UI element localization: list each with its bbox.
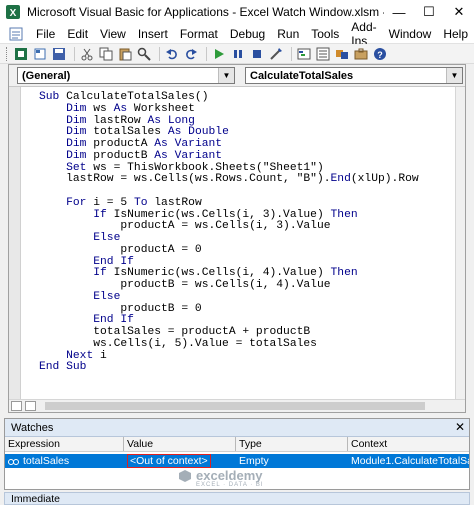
watch-glasses-icon xyxy=(8,458,19,465)
column-expression[interactable]: Expression xyxy=(5,437,124,451)
horizontal-scrollbar[interactable] xyxy=(9,399,465,412)
chevron-down-icon[interactable]: ▼ xyxy=(446,68,462,83)
properties-window-icon[interactable] xyxy=(315,46,331,62)
watch-value-cell: <Out of context> xyxy=(124,454,236,468)
column-context[interactable]: Context xyxy=(348,437,469,451)
object-dropdown-value: (General) xyxy=(22,69,71,82)
toolbar-separator xyxy=(74,46,75,61)
code-line[interactable]: Else xyxy=(39,232,419,245)
undo-icon[interactable] xyxy=(164,46,180,62)
immediate-title: Immediate xyxy=(11,493,61,505)
exceldemy-logo-icon xyxy=(179,469,191,482)
menu-file[interactable]: File xyxy=(30,27,61,41)
toolbox-icon[interactable] xyxy=(353,46,369,62)
watch-context: Module1.CalculateTotalSales xyxy=(351,455,469,467)
design-mode-icon[interactable] xyxy=(268,46,284,62)
menu-view[interactable]: View xyxy=(94,27,132,41)
window-title: Microsoft Visual Basic for Applications … xyxy=(27,5,384,19)
help-icon[interactable]: ? xyxy=(372,46,388,62)
menu-window[interactable]: Window xyxy=(383,27,438,41)
code-window: (General) ▼ CalculateTotalSales ▼ Sub Ca… xyxy=(8,64,466,413)
column-type[interactable]: Type xyxy=(236,437,348,451)
watches-column-headers: Expression Value Type Context xyxy=(5,437,469,452)
standard-toolbar: ? xyxy=(0,44,474,64)
watermark-tagline: EXCEL · DATA · BI xyxy=(196,482,264,488)
project-explorer-icon[interactable] xyxy=(296,46,312,62)
watch-row[interactable]: totalSales <Out of context> Empty Module… xyxy=(5,454,469,468)
menu-run[interactable]: Run xyxy=(271,27,305,41)
code-line[interactable]: totalSales = productA + productB xyxy=(39,326,419,339)
menu-bar: File Edit View Insert Format Debug Run T… xyxy=(0,20,474,48)
svg-text:?: ? xyxy=(377,50,383,60)
close-icon[interactable]: ✕ xyxy=(455,420,465,434)
code-line[interactable]: End Sub xyxy=(39,361,419,374)
column-value[interactable]: Value xyxy=(124,437,236,451)
find-icon[interactable] xyxy=(136,46,152,62)
copy-icon[interactable] xyxy=(98,46,114,62)
code-line[interactable]: lastRow = ws.Cells(ws.Rows.Count, "B").E… xyxy=(39,173,419,186)
full-module-view-button[interactable] xyxy=(25,401,36,411)
minimize-button[interactable]: — xyxy=(384,0,414,24)
object-dropdown[interactable]: (General) ▼ xyxy=(17,67,235,84)
close-button[interactable]: ✕ xyxy=(444,0,474,24)
watch-type: Empty xyxy=(239,455,269,467)
save-icon[interactable] xyxy=(51,46,67,62)
procedure-dropdown-value: CalculateTotalSales xyxy=(250,69,354,82)
excel-app-icon: X xyxy=(4,3,22,21)
watches-header: Watches ✕ xyxy=(5,419,469,437)
vertical-scrollbar[interactable] xyxy=(455,87,465,399)
code-line[interactable]: Sub CalculateTotalSales() xyxy=(39,91,419,104)
watch-expression-cell: totalSales xyxy=(5,454,124,468)
cut-icon[interactable] xyxy=(79,46,95,62)
menu-tools[interactable]: Tools xyxy=(305,27,345,41)
toolbar-grip[interactable] xyxy=(6,46,9,61)
paste-icon[interactable] xyxy=(117,46,133,62)
code-combos: (General) ▼ CalculateTotalSales ▼ xyxy=(9,65,465,87)
toolbar-separator xyxy=(159,46,160,61)
insert-module-icon[interactable] xyxy=(32,46,48,62)
menu-edit[interactable]: Edit xyxy=(61,27,94,41)
code-line[interactable]: Dim ws As Worksheet xyxy=(39,103,419,116)
immediate-window-header[interactable]: Immediate xyxy=(4,492,470,505)
procedure-dropdown[interactable]: CalculateTotalSales ▼ xyxy=(245,67,463,84)
scrollbar-thumb[interactable] xyxy=(45,402,425,410)
module-icon[interactable] xyxy=(8,26,24,42)
maximize-button[interactable]: ☐ xyxy=(414,0,444,24)
menu-debug[interactable]: Debug xyxy=(224,27,271,41)
toolbar-separator xyxy=(206,46,207,61)
menu-insert[interactable]: Insert xyxy=(132,27,174,41)
procedure-view-button[interactable] xyxy=(11,401,22,411)
title-bar: X Microsoft Visual Basic for Application… xyxy=(0,0,474,24)
code-line[interactable]: Dim productB As Variant xyxy=(39,150,419,163)
code-line[interactable]: Dim productA As Variant xyxy=(39,138,419,151)
watermark-name: exceldemy xyxy=(196,468,263,483)
exceldemy-watermark: exceldemy EXCEL · DATA · BI xyxy=(178,468,263,488)
toolbar-separator xyxy=(291,46,292,61)
watches-title: Watches xyxy=(11,421,54,434)
run-icon[interactable] xyxy=(211,46,227,62)
code-line[interactable]: ws.Cells(i, 5).Value = totalSales xyxy=(39,338,419,351)
code-line[interactable]: Else xyxy=(39,291,419,304)
code-editor[interactable]: Sub CalculateTotalSales() Dim ws As Work… xyxy=(39,91,419,374)
menu-format[interactable]: Format xyxy=(174,27,224,41)
svg-text:X: X xyxy=(10,8,17,19)
watch-value: <Out of context> xyxy=(127,454,211,468)
reset-icon[interactable] xyxy=(249,46,265,62)
view-excel-icon[interactable] xyxy=(13,46,29,62)
break-icon[interactable] xyxy=(230,46,246,62)
code-line[interactable] xyxy=(39,186,419,198)
redo-icon[interactable] xyxy=(183,46,199,62)
margin-indicator-bar[interactable] xyxy=(9,87,21,399)
object-browser-icon[interactable] xyxy=(334,46,350,62)
watch-expression: totalSales xyxy=(23,455,70,467)
code-line[interactable]: Next i xyxy=(39,350,419,363)
menu-help[interactable]: Help xyxy=(437,27,474,41)
chevron-down-icon[interactable]: ▼ xyxy=(218,68,234,83)
